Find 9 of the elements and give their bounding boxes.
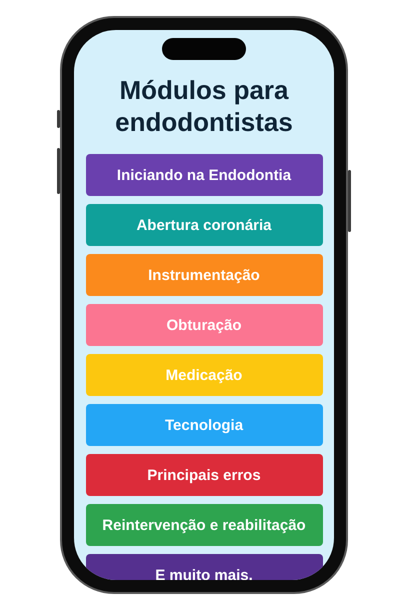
module-button[interactable]: E muito mais. bbox=[86, 554, 322, 580]
module-button[interactable]: Instrumentação bbox=[86, 254, 322, 296]
module-button[interactable]: Iniciando na Endodontia bbox=[86, 154, 322, 196]
module-button[interactable]: Obturação bbox=[86, 304, 322, 346]
module-button[interactable]: Reintervenção e reabilitação bbox=[86, 504, 322, 546]
module-button[interactable]: Tecnologia bbox=[86, 404, 322, 446]
page-title: Módulos para endodontistas bbox=[114, 74, 294, 138]
module-button[interactable]: Principais erros bbox=[86, 454, 322, 496]
module-button[interactable]: Abertura coronária bbox=[86, 204, 322, 246]
